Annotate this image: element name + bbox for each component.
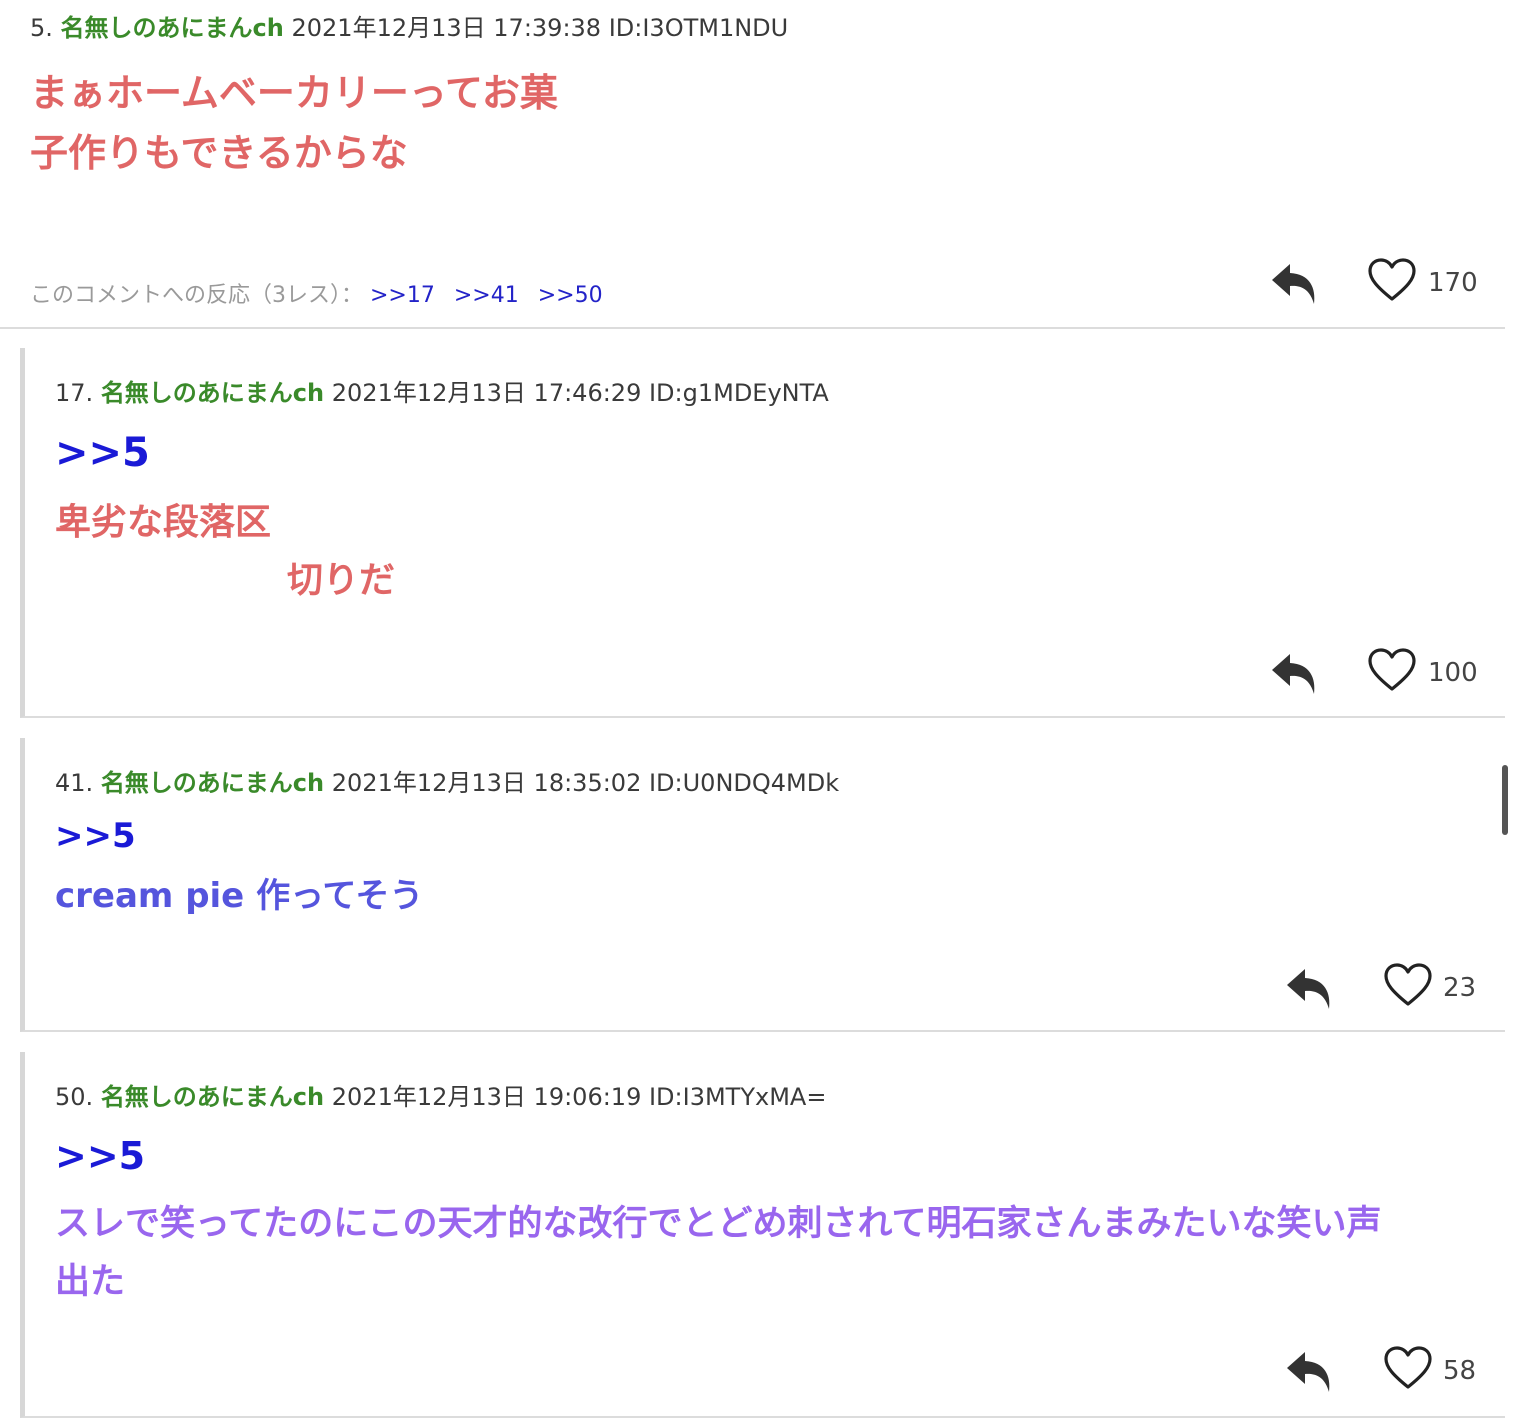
comment-number: 17. [55, 379, 94, 407]
reply-icon[interactable] [1285, 1348, 1337, 1394]
comment-datetime: 2021年12月13日 17:46:29 ID:g1MDEyNTA [331, 379, 829, 407]
scrollbar-thumb[interactable] [1502, 765, 1508, 835]
comment-50: 50. 名無しのあにまんch 2021年12月13日 19:06:19 ID:I… [20, 1052, 1505, 1418]
reaction-link[interactable]: >>17 [370, 283, 435, 308]
comment-number: 5. [30, 14, 53, 42]
comment-number: 41. [55, 769, 94, 797]
comment-datetime: 2021年12月13日 17:39:38 ID:I3OTM1NDU [291, 14, 789, 42]
heart-icon[interactable] [1367, 647, 1417, 693]
reply-icon[interactable] [1270, 260, 1322, 306]
comment-datetime: 2021年12月13日 18:35:02 ID:U0NDQ4MDk [331, 769, 840, 797]
reactions-label: このコメントへの反応（3レス）： [30, 283, 363, 308]
comment-text-line: 卑劣な段落区 [55, 502, 272, 543]
comment-meta: 41. 名無しのあにまんch 2021年12月13日 18:35:02 ID:U… [55, 763, 839, 798]
reply-anchor[interactable]: >>5 [55, 816, 136, 856]
comment-text-line: まぁホームベーカリーってお菓 [30, 71, 558, 115]
reply-icon[interactable] [1285, 965, 1337, 1011]
comment-5: 5. 名無しのあにまんch 2021年12月13日 17:39:38 ID:I3… [0, 0, 1505, 329]
comment-text-line: 子作りもできるからな [30, 131, 408, 175]
like-count: 23 [1443, 973, 1477, 1003]
author-name: 名無しのあにまんch [60, 14, 284, 42]
author-name: 名無しのあにまんch [100, 1083, 325, 1111]
author-name: 名無しのあにまんch [100, 379, 325, 407]
comment-text-line: 出た [55, 1262, 126, 1302]
comment-meta: 5. 名無しのあにまんch 2021年12月13日 17:39:38 ID:I3… [30, 8, 788, 43]
comment-text-line: 切りだ [287, 560, 396, 601]
comment-datetime: 2021年12月13日 19:06:19 ID:I3MTYxMA= [331, 1083, 827, 1111]
comment-meta: 17. 名無しのあにまんch 2021年12月13日 17:46:29 ID:g… [55, 373, 829, 408]
heart-icon[interactable] [1367, 257, 1417, 303]
reply-anchor[interactable]: >>5 [55, 1134, 145, 1178]
author-name: 名無しのあにまんch [100, 769, 325, 797]
comment-text-line: スレで笑ってたのにこの天才的な改行でとどめ刺されて明石家さんまみたいな笑い声 [55, 1204, 1382, 1244]
comment-text-line: cream pie 作ってそう [55, 876, 424, 916]
comment-number: 50. [55, 1083, 94, 1111]
reaction-link[interactable]: >>50 [538, 283, 603, 308]
comment-17: 17. 名無しのあにまんch 2021年12月13日 17:46:29 ID:g… [20, 348, 1505, 718]
reply-icon[interactable] [1270, 650, 1322, 696]
reply-anchor[interactable]: >>5 [55, 430, 150, 476]
comment-meta: 50. 名無しのあにまんch 2021年12月13日 19:06:19 ID:I… [55, 1077, 826, 1112]
like-count: 100 [1428, 658, 1478, 688]
like-count: 170 [1428, 268, 1478, 298]
heart-icon[interactable] [1383, 1345, 1433, 1391]
comment-41: 41. 名無しのあにまんch 2021年12月13日 18:35:02 ID:U… [20, 738, 1505, 1032]
reactions-row: このコメントへの反応（3レス）： >>17 >>41 >>50 [30, 277, 615, 309]
heart-icon[interactable] [1383, 962, 1433, 1008]
reaction-link[interactable]: >>41 [454, 283, 519, 308]
like-count: 58 [1443, 1356, 1477, 1386]
